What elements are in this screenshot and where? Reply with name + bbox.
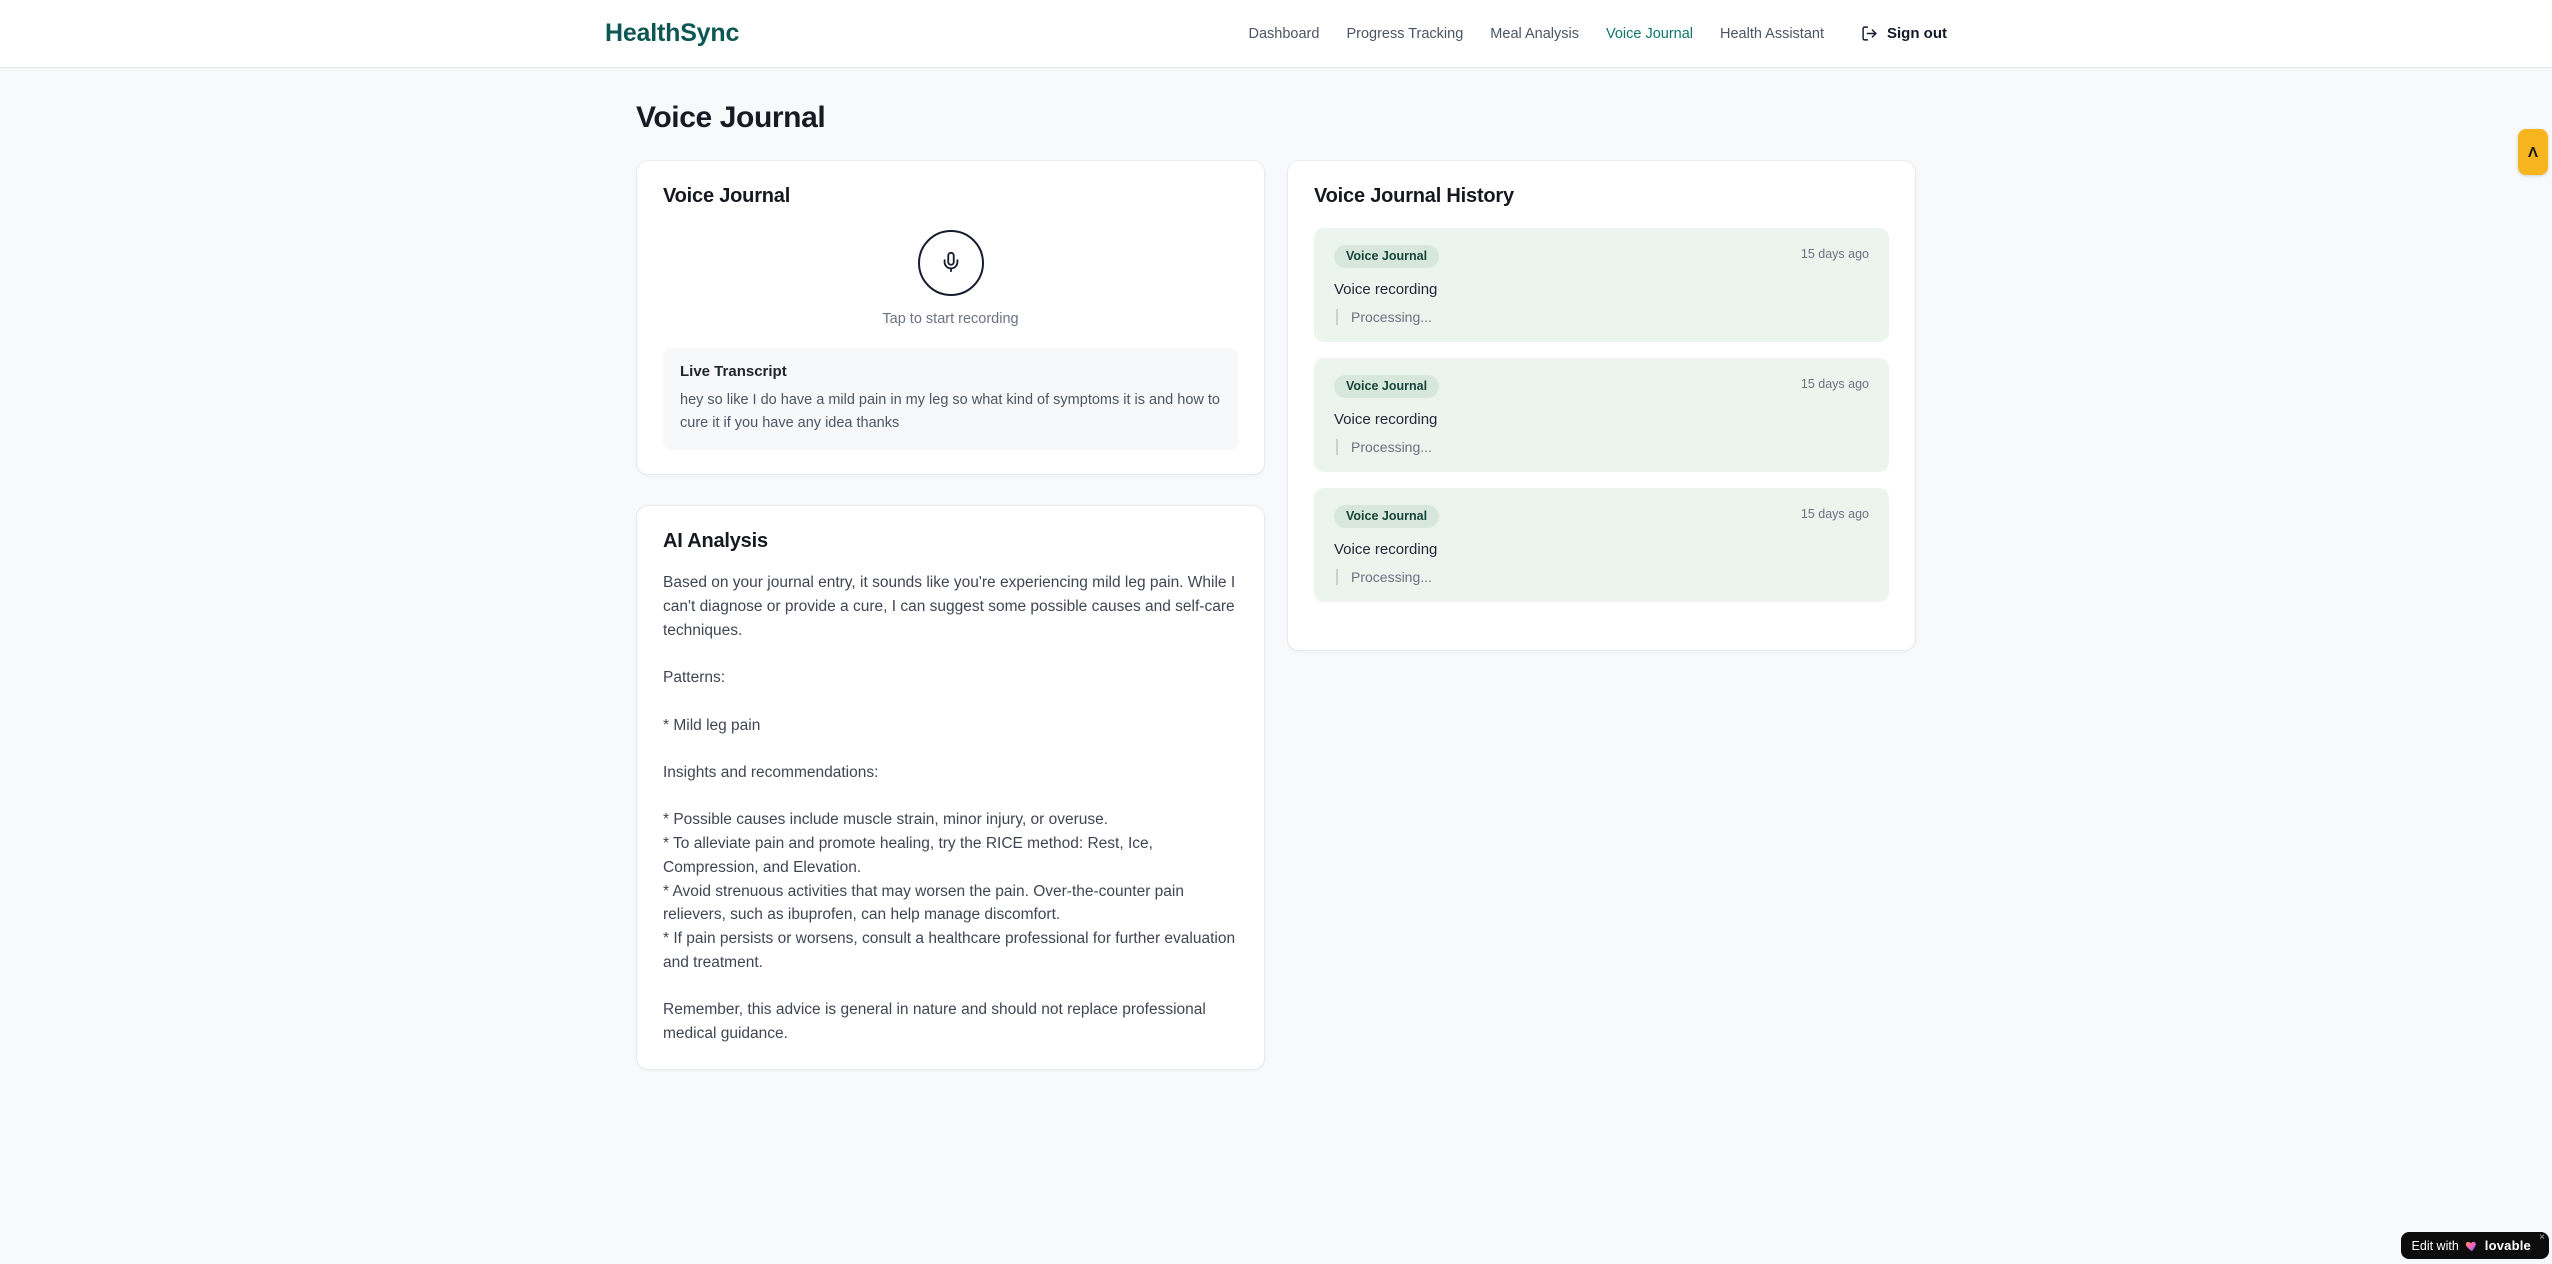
lovable-wordmark: lovable (2484, 1238, 2531, 1253)
ai-analysis-card: AI Analysis Based on your journal entry,… (636, 505, 1265, 1071)
history-list: Voice Journal 15 days ago Voice recordin… (1314, 228, 1889, 602)
ai-analysis-title: AI Analysis (663, 530, 768, 553)
edit-with-lovable-badge[interactable]: Edit with lovable × (2400, 1232, 2549, 1259)
log-out-icon (1861, 25, 1878, 42)
entry-status: Processing... (1336, 439, 1869, 455)
entry-timestamp: 15 days ago (1800, 507, 1869, 521)
nav-link-health-assistant[interactable]: Health Assistant (1720, 26, 1824, 42)
history-card-title: Voice Journal History (1314, 185, 1514, 207)
nav-link-voice-journal[interactable]: Voice Journal (1606, 26, 1693, 42)
entry-title: Voice recording (1334, 281, 1438, 298)
live-transcript-text: hey so like I do have a mild pain in my … (680, 392, 1220, 432)
nav-link-progress-tracking[interactable]: Progress Tracking (1346, 26, 1463, 42)
voice-journal-history-card: Voice Journal History Voice Journal 15 d… (1287, 160, 1916, 651)
recorder-card-title: Voice Journal (663, 185, 791, 207)
entry-status: Processing... (1336, 309, 1869, 325)
sign-out-button[interactable]: Sign out (1861, 25, 1947, 42)
history-entry: Voice Journal 15 days ago Voice recordin… (1314, 358, 1889, 472)
side-extension-tab[interactable]: Λ (2518, 129, 2548, 175)
entry-type-badge: Voice Journal (1334, 505, 1440, 528)
page-title: Voice Journal (636, 101, 826, 134)
nav-link-meal-analysis[interactable]: Meal Analysis (1490, 26, 1579, 42)
ai-analysis-body: Based on your journal entry, it sounds l… (663, 574, 1236, 1042)
record-button[interactable] (917, 230, 984, 296)
app-viewport: HealthSync Dashboard Progress Tracking M… (0, 0, 2552, 1264)
sign-out-label: Sign out (1887, 25, 1947, 42)
extension-logo-icon: Λ (2527, 143, 2538, 161)
entry-timestamp: 15 days ago (1800, 377, 1869, 391)
main-nav: Dashboard Progress Tracking Meal Analysi… (1249, 25, 1948, 42)
edit-badge-prefix: Edit with (2411, 1238, 2459, 1253)
live-transcript-title: Live Transcript (680, 363, 787, 380)
entry-type-badge: Voice Journal (1334, 375, 1440, 398)
entry-title: Voice recording (1334, 541, 1438, 558)
heart-icon (2465, 1239, 2479, 1253)
entry-title: Voice recording (1334, 411, 1438, 428)
record-hint: Tap to start recording (882, 311, 1019, 327)
live-transcript-box: Live Transcript hey so like I do have a … (663, 348, 1238, 451)
history-entry: Voice Journal 15 days ago Voice recordin… (1314, 228, 1889, 342)
microphone-icon (940, 251, 962, 276)
nav-link-dashboard[interactable]: Dashboard (1249, 26, 1320, 42)
close-icon[interactable]: × (2539, 1233, 2545, 1243)
app-logo[interactable]: HealthSync (605, 19, 739, 48)
entry-status: Processing... (1336, 569, 1869, 585)
main-content: Voice Journal Voice Journal Tap to start… (636, 68, 1916, 1071)
history-entry: Voice Journal 15 days ago Voice recordin… (1314, 488, 1889, 602)
entry-type-badge: Voice Journal (1334, 245, 1440, 268)
voice-recorder-card: Voice Journal Tap to start recording Liv… (636, 160, 1265, 476)
top-navbar: HealthSync Dashboard Progress Tracking M… (0, 0, 2552, 68)
entry-timestamp: 15 days ago (1800, 247, 1869, 261)
